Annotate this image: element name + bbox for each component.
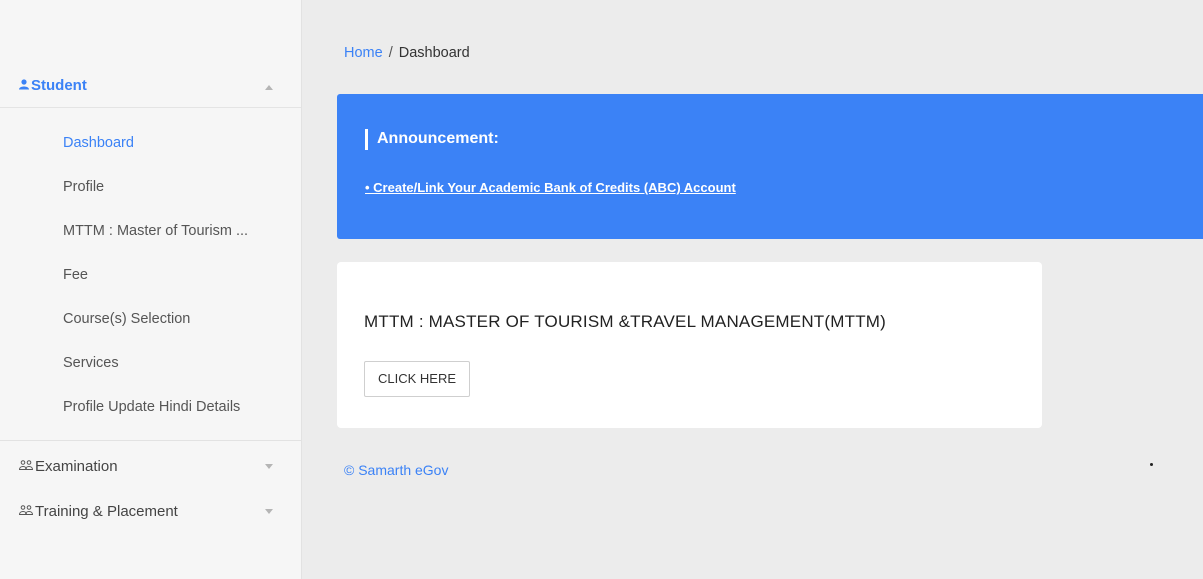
click-here-button[interactable]: CLICK HERE [364,361,471,397]
sidebar-item-services[interactable]: Services [63,353,119,373]
page: Student Dashboard Profile MTTM : Master … [0,0,1203,579]
sidebar-menu-examination-label: Examination [35,457,118,475]
footer-link[interactable]: © Samarth eGov [344,462,448,478]
sidebar-item-mttm[interactable]: MTTM : Master of Tourism ... [63,221,248,241]
announcement-title: Announcement: [377,130,499,147]
chevron-down-icon [265,464,273,469]
sidebar-item-profile[interactable]: Profile [63,177,104,197]
chevron-down-icon [265,509,273,514]
breadcrumb-separator: / [388,45,393,61]
sidebar: Student Dashboard Profile MTTM : Master … [0,0,302,579]
program-card: MTTM : MASTER OF TOURISM &TRAVEL MANAGEM… [337,262,1042,428]
sidebar-menu-student[interactable]: Student [0,64,301,108]
announcement-panel: Announcement: • Create/Link Your Academi… [337,94,1203,239]
sidebar-menu-training-placement[interactable]: Training & Placement [0,489,301,533]
sidebar-item-course-selection[interactable]: Course(s) Selection [63,309,190,329]
person-icon [19,78,29,93]
breadcrumb-home-link[interactable]: Home [344,45,383,61]
decorative-dot [1150,463,1153,466]
sidebar-menu-examination[interactable]: Examination [0,444,301,488]
chevron-up-icon [265,84,273,90]
sidebar-menu-training-label: Training & Placement [35,502,178,520]
sidebar-item-profile-update-hindi[interactable]: Profile Update Hindi Details [63,397,240,417]
sidebar-item-fee[interactable]: Fee [63,265,88,285]
breadcrumb-current: Dashboard [398,45,470,61]
abc-account-link[interactable]: • Create/Link Your Academic Bank of Cred… [365,180,736,195]
breadcrumb: Home / Dashboard [344,45,470,61]
sidebar-menu-student-label: Student [31,77,87,94]
sidebar-divider [0,440,301,441]
users-icon [18,504,34,518]
users-icon [18,459,34,473]
announcement-accent-bar [365,129,368,150]
program-heading: MTTM : MASTER OF TOURISM &TRAVEL MANAGEM… [364,312,886,331]
sidebar-item-dashboard[interactable]: Dashboard [63,133,134,153]
